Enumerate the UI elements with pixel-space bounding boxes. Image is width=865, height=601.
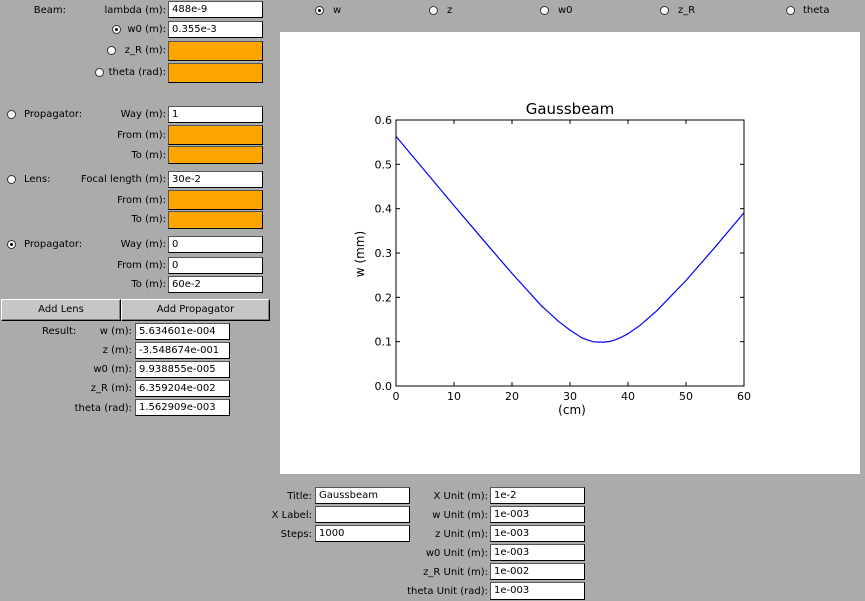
result-w0-field: 9.938855e-005 — [135, 361, 230, 378]
settings-zrunit-field[interactable]: 1e-002 — [490, 563, 585, 580]
plot-w-label: w — [333, 5, 342, 16]
lens-radio[interactable] — [7, 175, 16, 184]
propagator1-to-label: To (m): — [131, 150, 166, 161]
settings-thetaunit-field[interactable]: 1e-003 — [490, 582, 585, 600]
chart-title: Gaussbeam — [526, 100, 615, 118]
add-propagator-button[interactable]: Add Propagator — [121, 299, 270, 321]
zr-radio[interactable] — [107, 46, 116, 55]
settings-xlabel-field[interactable] — [315, 506, 410, 523]
lens-to-field[interactable] — [168, 211, 263, 229]
result-w0-label: w0 (m): — [93, 364, 132, 375]
focal-length-field[interactable]: 30e-2 — [168, 171, 263, 188]
propagator2-to-label: To (m): — [131, 279, 166, 290]
settings-steps-field[interactable]: 1000 — [315, 525, 410, 542]
theta-field[interactable] — [168, 63, 263, 83]
propagator1-label: Propagator: — [24, 109, 83, 120]
propagator1-way-label: Way (m): — [120, 109, 166, 120]
settings-wunit-field[interactable]: 1e-003 — [490, 506, 585, 523]
propagator2-radio[interactable] — [7, 240, 16, 249]
plot-zr-label: z_R — [678, 5, 696, 16]
y-tick-label: 0.3 — [375, 247, 393, 260]
x-tick-label: 30 — [563, 390, 577, 403]
y-tick-label: 0.0 — [375, 380, 393, 393]
propagator2-to-field[interactable]: 60e-2 — [168, 276, 263, 293]
plot-w0-label: w0 — [558, 5, 573, 16]
result-z-label: z (m): — [102, 345, 132, 356]
series-line-w — [395, 136, 745, 343]
x-tick-label: 40 — [621, 390, 635, 403]
x-tick-label: 0 — [393, 390, 400, 403]
gaussbeam-chart: Gaussbeam w (mm) (cm) 0 10 20 30 40 50 60 0.0 0.… — [353, 100, 751, 417]
propagator2-label: Propagator: — [24, 239, 83, 250]
plot-canvas: Gaussbeam w (mm) (cm) 0 10 20 30 40 50 60 0.0 0.… — [280, 32, 860, 474]
plot-axes-frame — [395, 119, 745, 387]
w0-field[interactable]: 0.355e-3 — [168, 21, 263, 38]
result-theta-label: theta (rad): — [74, 403, 132, 414]
y-tick-label: 0.6 — [375, 114, 393, 127]
lens-from-label: From (m): — [117, 195, 166, 206]
lambda-field[interactable]: 488e-9 — [168, 1, 263, 18]
propagator2-way-label: Way (m): — [120, 239, 166, 250]
plot-theta-label: theta — [803, 5, 830, 16]
result-zr-label: z_R (m): — [90, 383, 132, 394]
x-tick-label: 20 — [505, 390, 519, 403]
plot-zr-radio[interactable] — [660, 6, 669, 15]
lambda-label: lambda (m): — [104, 5, 166, 16]
x-tick-label: 50 — [679, 390, 693, 403]
y-tick-label: 0.4 — [375, 203, 393, 216]
chart-xlabel: (cm) — [558, 403, 586, 417]
propagator1-from-field[interactable] — [168, 125, 263, 145]
x-tick-label: 60 — [737, 390, 751, 403]
propagator2-way-field[interactable]: 0 — [168, 236, 263, 253]
plot-theta-radio[interactable] — [786, 6, 795, 15]
chart-ylabel: w (mm) — [353, 231, 367, 277]
plot-z-radio[interactable] — [429, 6, 438, 15]
beam-section-label: Beam: — [33, 5, 66, 16]
propagator1-radio[interactable] — [7, 110, 16, 119]
settings-wunit-label: w Unit (m): — [432, 510, 488, 521]
settings-xlabel-label: X Label: — [271, 510, 312, 521]
settings-zunit-field[interactable]: 1e-003 — [490, 525, 585, 542]
settings-xunit-field[interactable]: 1e-2 — [490, 487, 585, 504]
x-tick-label: 10 — [447, 390, 461, 403]
lens-from-field[interactable] — [168, 190, 263, 210]
lens-to-label: To (m): — [131, 214, 166, 225]
result-z-field: -3.548674e-001 — [135, 342, 230, 359]
theta-label: theta (rad): — [108, 67, 166, 78]
lens-label: Lens: — [24, 174, 51, 185]
result-w-label: w (m): — [99, 326, 132, 337]
result-w-field: 5.634601e-004 — [135, 323, 230, 340]
theta-radio[interactable] — [95, 68, 104, 77]
settings-zrunit-label: z_R Unit (m): — [423, 567, 488, 578]
y-tick-label: 0.1 — [375, 336, 393, 349]
settings-xunit-label: X Unit (m): — [433, 491, 488, 502]
y-tick-label: 0.5 — [375, 158, 393, 171]
add-lens-button[interactable]: Add Lens — [1, 299, 121, 321]
propagator1-to-field[interactable] — [168, 146, 263, 164]
settings-w0unit-label: w0 Unit (m): — [425, 548, 488, 559]
settings-steps-label: Steps: — [280, 529, 312, 540]
result-theta-field: 1.562909e-003 — [135, 399, 230, 416]
settings-title-label: Title: — [287, 491, 312, 502]
result-zr-field: 6.359204e-002 — [135, 380, 230, 397]
settings-w0unit-field[interactable]: 1e-003 — [490, 544, 585, 561]
y-tick-label: 0.2 — [375, 291, 393, 304]
propagator1-from-label: From (m): — [117, 130, 166, 141]
plot-w0-radio[interactable] — [540, 6, 549, 15]
w0-radio[interactable] — [112, 25, 121, 34]
settings-thetaunit-label: theta Unit (rad): — [407, 586, 488, 597]
propagator1-way-field[interactable]: 1 — [168, 106, 263, 123]
w0-label: w0 (m): — [127, 24, 166, 35]
settings-title-field[interactable]: Gaussbeam — [315, 487, 410, 504]
focal-length-label: Focal length (m): — [80, 174, 166, 185]
propagator2-from-field[interactable]: 0 — [168, 257, 263, 274]
zr-label: z_R (m): — [124, 45, 166, 56]
zr-field[interactable] — [168, 41, 263, 61]
plot-z-label: z — [447, 5, 453, 16]
plot-w-radio[interactable] — [315, 6, 324, 15]
propagator2-from-label: From (m): — [117, 260, 166, 271]
settings-zunit-label: z Unit (m): — [435, 529, 488, 540]
result-label: Result: — [42, 326, 77, 337]
